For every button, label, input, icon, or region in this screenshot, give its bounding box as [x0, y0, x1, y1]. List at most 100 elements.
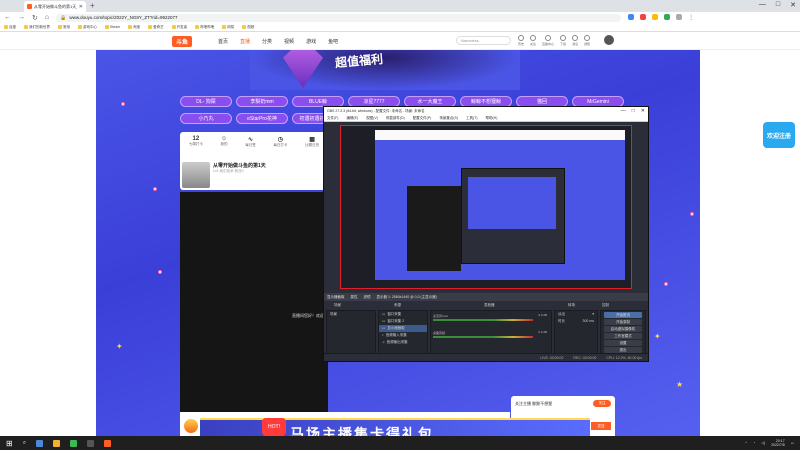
maximize-button[interactable]: □: [776, 1, 780, 9]
bookmark-item[interactable]: 常用: [58, 25, 70, 30]
transition-duration[interactable]: 时长 300 ms: [555, 318, 597, 325]
bookmark-item[interactable]: 爱奇艺: [148, 25, 164, 30]
bookmark-item[interactable]: 网易: [222, 25, 234, 30]
header-download[interactable]: 下载: [560, 35, 566, 46]
rank-tab[interactable]: ▦ 比赛日历: [305, 136, 319, 148]
back-icon[interactable]: ←: [4, 14, 11, 21]
menu-profile[interactable]: 配置文件(P): [413, 116, 432, 121]
nav-video[interactable]: 视频: [284, 38, 294, 45]
header-notify[interactable]: 通知: [584, 35, 590, 46]
menu-docks[interactable]: 停靠部件(D): [386, 116, 405, 121]
start-recording-button[interactable]: 开始录制: [604, 319, 642, 325]
obs-preview[interactable]: [340, 125, 632, 289]
nav-live[interactable]: 直播: [240, 38, 250, 45]
extension-icon[interactable]: [664, 14, 671, 20]
virtual-camera-button[interactable]: 启动虚拟摄像机: [604, 326, 642, 332]
scene-item[interactable]: 场景: [327, 311, 375, 318]
streamer-pill[interactable]: 李梨奶mm: [236, 96, 288, 107]
source-item[interactable]: ♫ 音频输出采集: [379, 339, 427, 346]
reload-icon[interactable]: ↻: [32, 14, 38, 22]
home-icon[interactable]: ⌂: [45, 14, 49, 21]
header-live-center[interactable]: 直播中心: [542, 35, 554, 46]
follow-button[interactable]: 关注: [593, 400, 611, 407]
menu-view[interactable]: 视图(V): [366, 116, 378, 121]
extension-icon[interactable]: [652, 14, 659, 20]
bookmark-item[interactable]: Steam: [105, 25, 120, 29]
windows-start-icon[interactable]: ⊞: [6, 439, 13, 448]
douyu-taskbar-icon[interactable]: [104, 439, 112, 447]
bookmark-item[interactable]: 哔哩哔哩: [195, 25, 214, 30]
menu-help[interactable]: 帮助(H): [486, 116, 498, 121]
forward-icon[interactable]: →: [18, 14, 25, 21]
transition-type[interactable]: 淡出 ▾: [555, 311, 597, 318]
volume-meter[interactable]: [433, 336, 533, 338]
obs-maximize-button[interactable]: □: [632, 108, 635, 114]
file-explorer-icon[interactable]: [53, 439, 61, 447]
header-follow[interactable]: 关注: [530, 35, 536, 46]
browser-tab[interactable]: 从零开始做斗鱼的第1天_斗鱼直播 ✕: [24, 1, 86, 12]
clock[interactable]: 20:17 2022/7/8: [771, 439, 785, 447]
nav-game[interactable]: 游戏: [306, 38, 316, 45]
obs-taskbar-icon[interactable]: [87, 439, 95, 447]
chevron-up-icon[interactable]: ^: [745, 441, 747, 445]
obs-close-button[interactable]: ✕: [641, 108, 645, 114]
filters-button[interactable]: 滤镜: [364, 295, 371, 300]
source-item[interactable]: ▭ 窗口采集: [379, 311, 427, 318]
nav-home[interactable]: 首页: [218, 38, 228, 45]
profile-icon[interactable]: [676, 14, 683, 20]
header-history[interactable]: 历史: [518, 35, 524, 46]
tab-close-icon[interactable]: ✕: [79, 4, 83, 10]
streamer-pill[interactable]: eStarPro花神: [236, 113, 288, 124]
settings-button[interactable]: 设置: [604, 340, 642, 346]
bookmark-item[interactable]: 游戏中心: [78, 25, 97, 30]
menu-tools[interactable]: 工具(T): [466, 116, 477, 121]
streamer-pill[interactable]: DL- 狗屎: [180, 96, 232, 107]
user-avatar[interactable]: [604, 35, 614, 45]
source-item[interactable]: ▭ 窗口采集 2: [379, 318, 427, 325]
bookmark-item[interactable]: 我们的新世界: [24, 25, 50, 30]
volume-meter[interactable]: [433, 319, 533, 321]
address-bar[interactable]: 🔒 www.douyu.com/topic/2022Y_NG8Y_ZT?rid=…: [56, 13, 622, 22]
search-icon[interactable]: ⌕: [23, 440, 26, 447]
menu-scene-collection[interactable]: 场景集合(S): [439, 116, 458, 121]
nav-yuba[interactable]: 鱼吧: [328, 38, 338, 45]
minimize-button[interactable]: —: [759, 1, 766, 9]
site-search-input[interactable]: Nameless: [456, 36, 511, 45]
bookmark-item[interactable]: 视频: [242, 25, 254, 30]
send-button[interactable]: 发送: [591, 422, 611, 430]
volume-icon[interactable]: ◁): [761, 441, 765, 445]
extension-icon[interactable]: [640, 14, 647, 20]
obs-minimize-button[interactable]: —: [621, 108, 626, 114]
stream-entry[interactable]: 从零开始做斗鱼的第1天 Lv1 纯中技术 粉丝0: [182, 162, 266, 188]
network-icon[interactable]: ◔: [753, 441, 755, 445]
studio-mode-button[interactable]: 工作室模式: [604, 333, 642, 339]
task-view-icon[interactable]: [36, 439, 44, 447]
nav-category[interactable]: 分类: [262, 38, 272, 45]
bookmark-item[interactable]: 开发者: [171, 25, 187, 30]
header-message[interactable]: 消息: [572, 35, 578, 46]
new-tab-button[interactable]: +: [90, 1, 95, 10]
floating-ad[interactable]: 欢迎注册: [763, 122, 795, 148]
chrome-icon[interactable]: [70, 439, 78, 447]
display-select[interactable]: 显示器 1: 2560x1440 @ 0,0 (主显示器): [377, 295, 437, 300]
menu-file[interactable]: 文件(F): [327, 116, 338, 121]
rank-tab[interactable]: ☺ 我的: [221, 136, 228, 148]
rank-tab[interactable]: 12 七周打卡: [189, 136, 203, 148]
properties-button[interactable]: 属性: [351, 295, 358, 300]
notification-icon[interactable]: ▭: [791, 441, 794, 445]
extension-icon[interactable]: [628, 14, 635, 20]
site-logo[interactable]: 斗鱼: [172, 36, 193, 47]
stream-player[interactable]: [180, 192, 328, 412]
menu-edit[interactable]: 编辑(E): [346, 116, 358, 121]
menu-kebab-icon[interactable]: ⋮: [688, 14, 694, 21]
start-streaming-button[interactable]: 开始推流: [604, 312, 642, 318]
close-window-button[interactable]: ✕: [790, 1, 796, 9]
bookmark-item[interactable]: 淘宝: [128, 25, 140, 30]
bookmark-item[interactable]: 百度: [4, 25, 16, 30]
rank-tab[interactable]: ∿ 每日签: [245, 136, 256, 148]
source-item-selected[interactable]: ▭ 显示器截取: [379, 325, 427, 332]
streamer-pill[interactable]: 小乃丸: [180, 113, 232, 124]
rank-tab[interactable]: ◷ 每日打卡: [273, 136, 287, 148]
gift-item[interactable]: [184, 419, 198, 433]
source-item[interactable]: ♪ 音频输入采集: [379, 332, 427, 339]
